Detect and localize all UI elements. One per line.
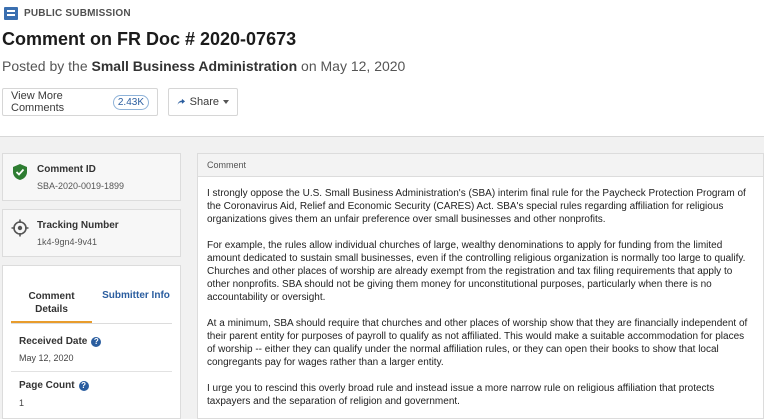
comment-count-badge: 2.43K bbox=[112, 94, 149, 110]
received-date-value: May 12, 2020 bbox=[19, 353, 74, 363]
posted-by-line: Posted by the Small Business Administrat… bbox=[2, 58, 405, 74]
page-count-label: Page Count ? bbox=[19, 380, 89, 391]
details-panel: Comment Details Submitter Info Received … bbox=[2, 265, 181, 419]
tracking-number-card: Tracking Number 1k4-9gn4-9v41 bbox=[2, 209, 181, 257]
target-icon bbox=[11, 219, 29, 237]
share-button[interactable]: Share bbox=[168, 88, 238, 116]
share-icon bbox=[177, 98, 186, 105]
page-count-value: 1 bbox=[19, 398, 25, 408]
submission-kicker: PUBLIC SUBMISSION bbox=[4, 7, 131, 20]
comment-heading: Comment bbox=[198, 154, 763, 177]
comment-id-value: SBA-2020-0019-1899 bbox=[37, 181, 125, 191]
page-count-text: Page Count bbox=[19, 380, 75, 391]
comment-id-label: Comment ID bbox=[37, 164, 96, 175]
comment-id-card: Comment ID SBA-2020-0019-1899 bbox=[2, 153, 181, 201]
comment-doc-icon bbox=[4, 7, 18, 20]
tracking-number-label: Tracking Number bbox=[37, 220, 119, 231]
page-header: PUBLIC SUBMISSION Comment on FR Doc # 20… bbox=[0, 0, 764, 136]
tab-comment-details[interactable]: Comment Details bbox=[11, 290, 92, 316]
posted-date: on May 12, 2020 bbox=[297, 58, 406, 74]
page-title: Comment on FR Doc # 2020-07673 bbox=[2, 29, 297, 49]
received-date-text: Received Date bbox=[19, 336, 88, 347]
help-icon[interactable]: ? bbox=[78, 380, 89, 391]
tab-divider bbox=[11, 323, 172, 324]
share-label: Share bbox=[189, 96, 219, 108]
received-date-label: Received Date ? bbox=[19, 336, 102, 347]
comment-paragraph: For example, the rules allow individual … bbox=[207, 240, 746, 303]
chevron-down-icon bbox=[223, 100, 229, 104]
comment-panel: Comment I strongly oppose the U.S. Small… bbox=[197, 153, 764, 419]
tab-comment-details-line1: Comment bbox=[28, 291, 75, 302]
comment-body: I strongly oppose the U.S. Small Busines… bbox=[198, 177, 763, 408]
field-divider bbox=[11, 371, 172, 372]
comment-paragraph: I urge you to rescind this overly broad … bbox=[207, 383, 715, 407]
view-more-label: View More Comments bbox=[11, 90, 65, 114]
help-icon[interactable]: ? bbox=[91, 336, 102, 347]
comment-paragraph: At a minimum, SBA should require that ch… bbox=[207, 318, 748, 368]
tracking-number-value: 1k4-9gn4-9v41 bbox=[37, 237, 98, 247]
tab-submitter-info[interactable]: Submitter Info bbox=[99, 290, 173, 301]
shield-check-icon bbox=[13, 164, 27, 180]
agency-name: Small Business Administration bbox=[91, 58, 298, 74]
view-more-comments-button[interactable]: View More Comments 2.43K bbox=[2, 88, 158, 116]
posted-prefix: Posted by the bbox=[2, 58, 92, 74]
tab-comment-details-line2: Details bbox=[35, 304, 68, 315]
comment-paragraph: I strongly oppose the U.S. Small Busines… bbox=[207, 188, 746, 225]
kicker-label: PUBLIC SUBMISSION bbox=[24, 8, 131, 19]
